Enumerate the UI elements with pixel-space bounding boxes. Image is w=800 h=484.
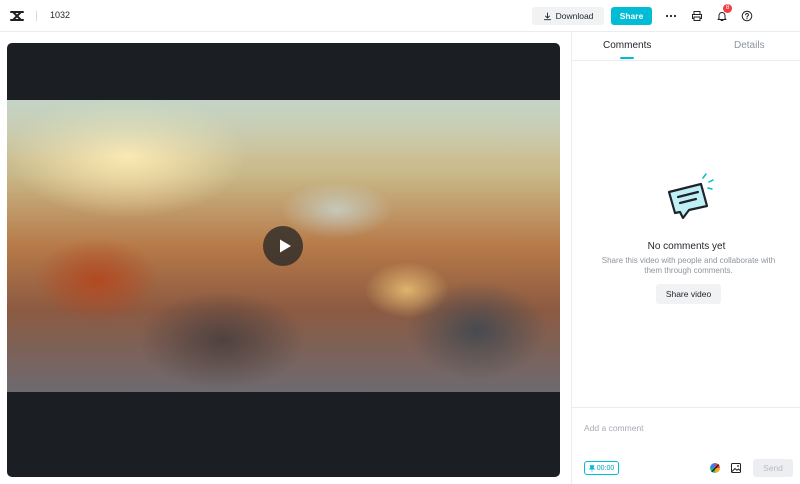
play-button[interactable]	[263, 226, 303, 266]
project-title[interactable]: 1032	[50, 10, 70, 20]
notification-badge: 8	[723, 4, 732, 13]
download-label: Download	[555, 11, 594, 21]
share-label: Share	[619, 11, 644, 21]
play-icon	[279, 239, 291, 253]
active-tab-indicator	[620, 57, 634, 59]
timestamp-label: 00:00	[596, 464, 615, 472]
composer-divider	[572, 407, 800, 408]
send-button[interactable]: Send	[753, 459, 793, 477]
comments-panel: Comments Details No comments yet Share t…	[571, 32, 800, 484]
capcut-logo-icon[interactable]	[9, 8, 25, 24]
print-button[interactable]	[689, 8, 705, 24]
comment-bubble-icon	[667, 173, 714, 220]
color-wheel-icon[interactable]	[709, 462, 721, 474]
image-icon[interactable]	[730, 462, 742, 474]
help-icon	[741, 10, 753, 22]
notifications-button[interactable]: 8	[714, 4, 732, 24]
share-video-button[interactable]: Share video	[656, 284, 721, 304]
comment-input[interactable]	[584, 420, 789, 436]
empty-state-description: Share this video with people and collabo…	[601, 256, 776, 275]
timestamp-chip[interactable]: 00:00	[584, 461, 619, 475]
download-button[interactable]: Download	[532, 7, 604, 25]
download-icon	[543, 11, 551, 20]
print-icon	[692, 11, 702, 21]
send-label: Send	[763, 463, 783, 473]
tab-comments[interactable]: Comments	[603, 40, 651, 51]
tabs-divider	[572, 60, 800, 61]
empty-state-title: No comments yet	[647, 241, 726, 252]
share-button[interactable]: Share	[611, 7, 652, 25]
topbar-divider	[36, 11, 37, 21]
pin-icon	[588, 464, 595, 472]
share-video-label: Share video	[665, 289, 712, 299]
tab-details[interactable]: Details	[734, 40, 765, 51]
help-button[interactable]	[739, 8, 755, 24]
more-button[interactable]	[663, 8, 679, 24]
more-icon	[665, 14, 677, 18]
top-bar: 1032 Download Share 8	[0, 0, 800, 32]
